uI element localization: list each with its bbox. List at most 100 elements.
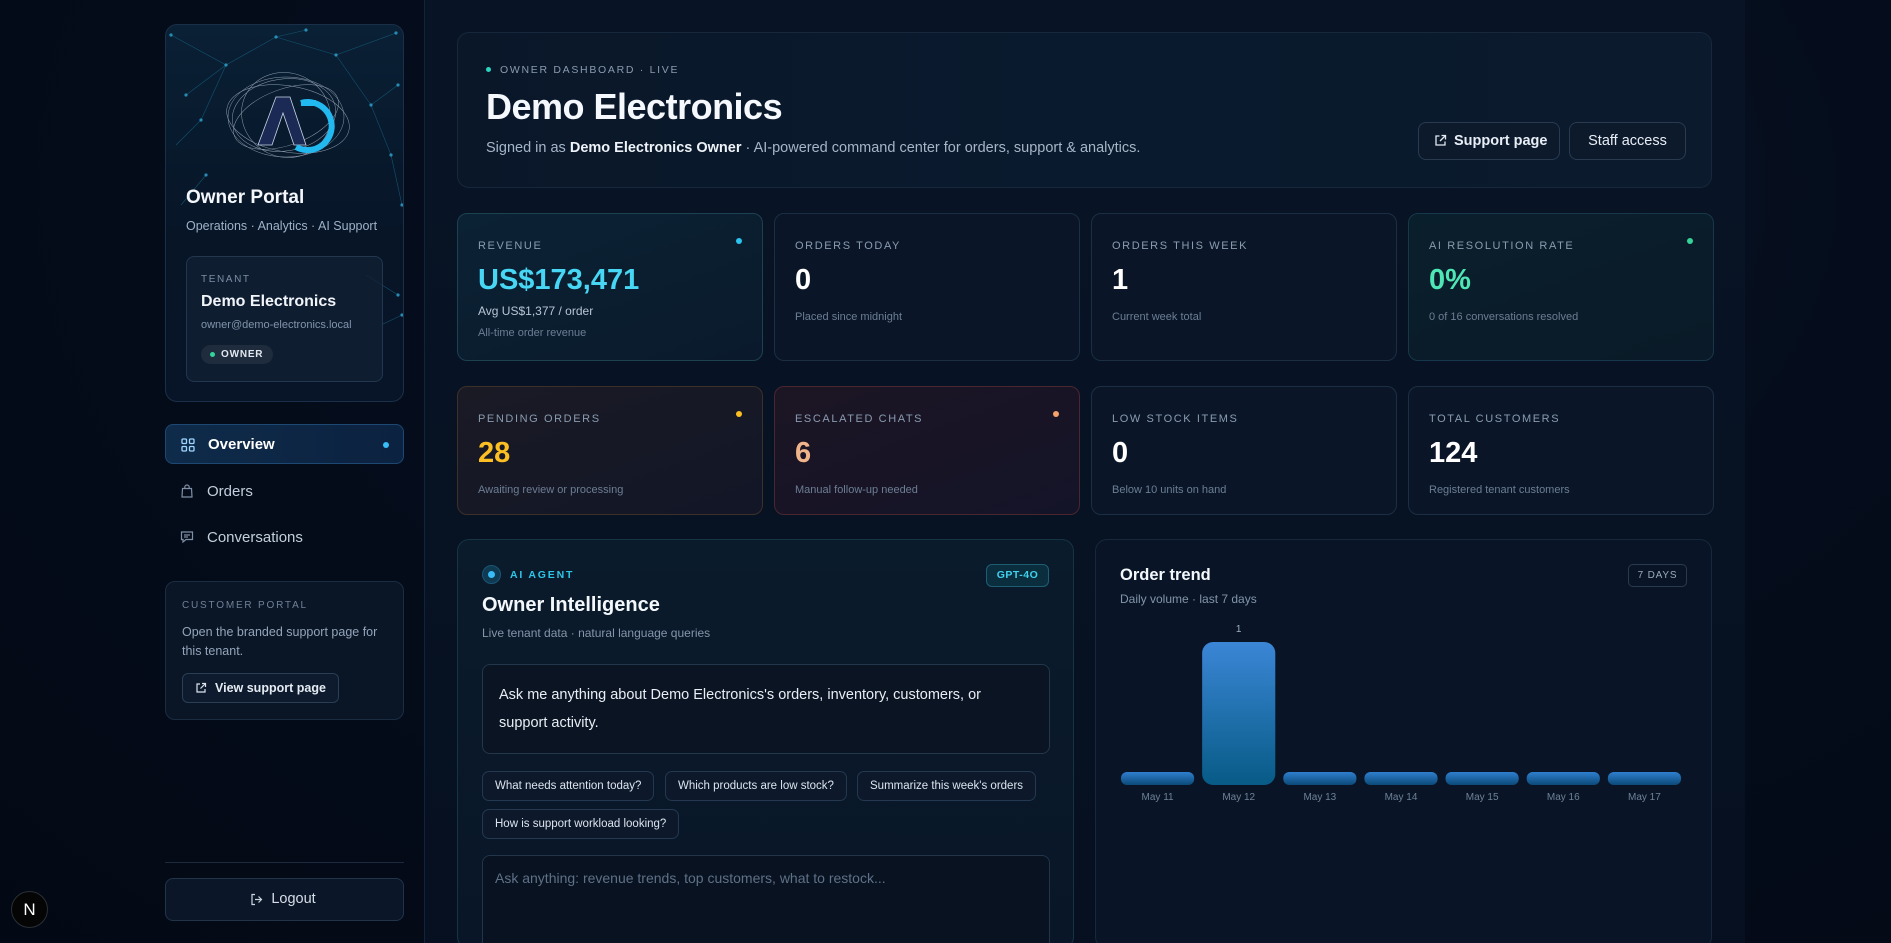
trend-bar[interactable] [1202,642,1276,785]
metric-card-pending-orders: PENDING ORDERS 28 Awaiting review or pro… [457,386,763,515]
ai-query-input[interactable]: Ask anything: revenue trends, top custom… [482,855,1050,943]
metric-label: ORDERS THIS WEEK [1112,240,1249,252]
nav-label-conversations: Conversations [207,528,303,546]
chat-icon [180,531,194,544]
status-dot [1687,238,1693,244]
data-label: 1 [1236,624,1242,635]
tenant-email: owner@demo-electronics.local [201,319,352,331]
trend-bar[interactable] [1526,772,1600,785]
metric-value: US$173,471 [478,264,640,296]
nav-label-orders: Orders [207,482,253,500]
metric-card-revenue: REVENUE US$173,471 Avg US$1,377 / order … [457,213,763,361]
metric-note: 0 of 16 conversations resolved [1429,311,1579,323]
metric-value: 0 [1112,437,1129,469]
x-tick-label: May 14 [1385,792,1418,803]
brand-card: Owner Portal Operations · Analytics · AI… [165,24,404,402]
assistant-message: Ask me anything about Demo Electronics's… [482,664,1050,754]
tenant-card: TENANT Demo Electronics owner@demo-elect… [186,256,383,382]
x-tick-label: May 12 [1222,792,1255,803]
x-tick-label: May 15 [1466,792,1499,803]
metric-note: Placed since midnight [795,311,903,323]
trend-bar[interactable] [1283,772,1357,785]
metric-value: 6 [795,437,812,469]
sidebar-divider [165,862,404,863]
suggestion-chip[interactable]: Which products are low stock? [665,771,847,801]
staff-access-button[interactable]: Staff access [1569,122,1686,160]
metric-value: 28 [478,437,511,469]
metric-average: Avg US$1,377 / order [478,304,594,318]
ai-panel-title: Owner Intelligence [482,594,660,616]
metric-note: Below 10 units on hand [1112,484,1227,496]
bag-icon [181,484,193,498]
dev-tools-badge[interactable]: N [11,891,48,928]
metric-label: AI RESOLUTION RATE [1429,240,1575,252]
external-link-icon [1435,134,1447,146]
subtitle-user: Demo Electronics Owner [569,140,742,156]
metric-note: Manual follow-up needed [795,484,918,496]
subtitle-prefix: Signed in as [486,140,570,156]
metric-value: 124 [1429,437,1478,469]
ai-agent-panel: AI AGENT GPT-4O Owner Intelligence Live … [457,539,1074,943]
metric-card-orders-today: ORDERS TODAY 0 Placed since midnight [774,213,1080,361]
grid-icon [181,438,195,452]
logout-button[interactable]: Logout [165,878,404,921]
x-tick-label: May 11 [1142,792,1174,803]
role-badge: OWNER [201,345,274,364]
logout-icon [251,893,263,906]
metric-note: All-time order revenue [478,327,587,339]
trend-bar[interactable] [1607,772,1681,785]
ai-agent-icon [482,565,501,584]
suggestion-chip[interactable]: What needs attention today? [482,771,655,801]
header-subtitle: Signed in as Demo Electronics Owner · AI… [486,140,1140,156]
support-page-button[interactable]: Support page [1418,122,1560,160]
brand-title: Owner Portal [186,187,305,208]
x-tick-label: May 17 [1628,792,1661,803]
model-badge: GPT-4O [986,564,1049,587]
brand-subtitle: Operations · Analytics · AI Support [186,219,378,233]
portal-description: Open the branded support page for this t… [182,625,378,658]
active-indicator-dot [383,442,389,448]
ai-agent-kicker: AI AGENT [510,569,575,581]
metric-label: REVENUE [478,240,543,252]
suggestion-chip[interactable]: Summarize this week's orders [857,771,1037,801]
nav-item-overview[interactable]: Overview [165,424,404,464]
metric-value: 1 [1112,264,1129,296]
metric-note: Current week total [1112,311,1202,323]
nav-item-orders[interactable]: Orders [165,471,404,511]
order-trend-panel: Order trend Daily volume · last 7 days 7… [1095,539,1712,943]
status-dot [736,411,742,417]
portal-label: CUSTOMER PORTAL [182,600,308,611]
x-tick-label: May 16 [1547,792,1580,803]
ai-panel-subtitle: Live tenant data · natural language quer… [482,626,711,640]
view-support-label: View support page [215,681,326,695]
metric-label: TOTAL CUSTOMERS [1429,413,1561,425]
metric-card-escalated-chats: ESCALATED CHATS 6 Manual follow-up neede… [774,386,1080,515]
metric-value: 0 [795,264,812,296]
dashboard-kicker: OWNER DASHBOARD · LIVE [486,64,679,76]
metric-note: Awaiting review or processing [478,484,624,496]
suggestion-chip[interactable]: How is support workload looking? [482,809,680,839]
metric-card-ai-resolution: AI RESOLUTION RATE 0% 0 of 16 conversati… [1408,213,1714,361]
metric-card-low-stock: LOW STOCK ITEMS 0 Below 10 units on hand [1091,386,1397,515]
page-title: Demo Electronics [486,86,783,127]
metric-note: Registered tenant customers [1429,484,1570,496]
subtitle-suffix: · AI-powered command center for orders, … [741,140,1141,156]
metric-label: ORDERS TODAY [795,240,901,252]
dashboard-header: OWNER DASHBOARD · LIVE Demo Electronics … [457,32,1712,188]
status-dot [736,238,742,244]
status-dot [1053,411,1059,417]
metric-label: PENDING ORDERS [478,413,601,425]
trend-bar[interactable] [1121,772,1195,785]
metric-card-total-customers: TOTAL CUSTOMERS 124 Registered tenant cu… [1408,386,1714,515]
tenant-name: Demo Electronics [201,293,337,310]
trend-bar[interactable] [1445,772,1519,785]
x-tick-label: May 13 [1303,792,1336,803]
trend-bar[interactable] [1364,772,1438,785]
tenant-label: TENANT [201,274,251,285]
view-support-page-button[interactable]: View support page [182,673,339,703]
support-page-label: Support page [1454,133,1548,149]
metric-label: LOW STOCK ITEMS [1112,413,1239,425]
nav-item-conversations[interactable]: Conversations [165,517,404,557]
metric-label: ESCALATED CHATS [795,413,924,425]
order-trend-chart: May 11 May 12 1 May 13 May 14 May 15 May 16 May… [1121,624,1681,803]
